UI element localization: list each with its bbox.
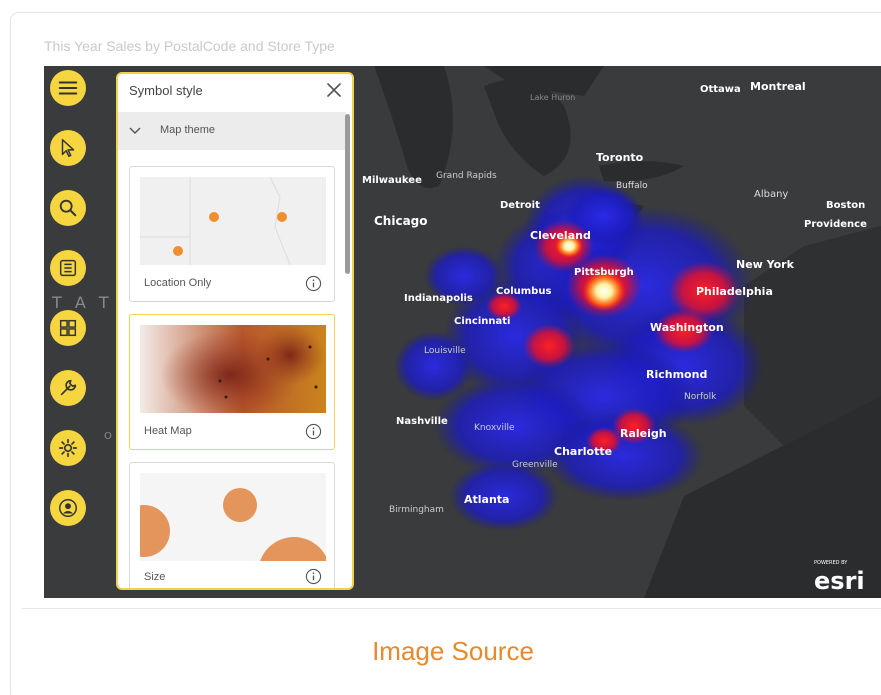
option-label: Location Only xyxy=(144,277,212,289)
option-heat-map[interactable]: Heat Map xyxy=(129,314,335,450)
tools-button[interactable] xyxy=(50,370,86,406)
city-label: Grand Rapids xyxy=(436,171,497,181)
menu-icon xyxy=(58,81,78,95)
option-label: Heat Map xyxy=(144,425,192,437)
basemap-grid-icon xyxy=(59,319,77,337)
city-label: Washington xyxy=(650,321,724,334)
basemap-button[interactable] xyxy=(50,310,86,346)
option-size[interactable]: Size xyxy=(129,462,335,588)
city-label: Greenville xyxy=(512,460,558,470)
city-label: Detroit xyxy=(500,200,540,211)
city-label: Raleigh xyxy=(620,427,667,440)
esri-logo[interactable]: esri xyxy=(814,567,865,595)
city-label: Cleveland xyxy=(530,229,591,242)
panel-title: Symbol style xyxy=(129,83,203,98)
info-icon[interactable] xyxy=(305,423,322,440)
wrench-icon xyxy=(60,379,77,396)
panel-header: Symbol style xyxy=(118,74,352,110)
city-label: Chicago xyxy=(374,214,428,228)
city-label: Toronto xyxy=(596,151,644,164)
background-text-3: O xyxy=(104,431,112,442)
city-label: Ottawa xyxy=(700,84,741,95)
symbol-style-panel: Symbol style Map theme Location Only Hea… xyxy=(116,72,354,590)
water-label-lake-huron: Lake Huron xyxy=(530,93,575,102)
menu-button[interactable] xyxy=(50,70,86,106)
esri-powered-by: POWERED BY xyxy=(814,560,848,566)
caption-divider xyxy=(22,608,881,609)
option-location-only[interactable]: Location Only xyxy=(129,166,335,302)
search-button[interactable] xyxy=(50,190,86,226)
layers-list-icon xyxy=(59,259,77,277)
city-label: Atlanta xyxy=(464,493,509,506)
option-label: Size xyxy=(144,571,166,583)
map-theme-label: Map theme xyxy=(160,124,216,136)
city-label: Knoxville xyxy=(474,423,515,433)
pointer-icon xyxy=(61,139,75,157)
search-icon xyxy=(59,199,77,217)
panel-scrollbar[interactable] xyxy=(345,114,350,274)
city-label: Providence xyxy=(804,219,867,230)
close-icon[interactable] xyxy=(324,80,344,100)
settings-button[interactable] xyxy=(50,430,86,466)
map-theme-section[interactable]: Map theme xyxy=(118,112,346,150)
select-button[interactable] xyxy=(50,130,86,166)
city-label: Birmingham xyxy=(389,505,444,515)
size-preview xyxy=(140,473,326,561)
city-label: Nashville xyxy=(396,416,448,427)
info-icon[interactable] xyxy=(305,568,322,585)
city-label: Milwaukee xyxy=(362,175,422,186)
user-icon xyxy=(59,499,77,517)
city-label: Louisville xyxy=(424,346,466,356)
city-label: Philadelphia xyxy=(696,285,773,298)
city-label: Norfolk xyxy=(684,392,717,402)
chevron-down-icon xyxy=(129,127,141,134)
city-label: Cincinnati xyxy=(454,316,510,327)
city-label: Pittsburgh xyxy=(574,267,634,278)
map-visual[interactable]: T E T A T E O Lake Huron Ottawa Montreal… xyxy=(44,66,881,598)
city-label: Albany xyxy=(754,189,788,200)
gear-icon xyxy=(58,438,78,458)
location-only-preview xyxy=(140,177,326,265)
visual-title: This Year Sales by PostalCode and Store … xyxy=(44,38,335,54)
map-toolbar xyxy=(44,66,94,598)
city-label: Charlotte xyxy=(554,445,612,458)
city-label: Buffalo xyxy=(616,181,648,191)
city-label: Richmond xyxy=(646,368,707,381)
city-label: Indianapolis xyxy=(404,293,473,304)
heat-map-preview xyxy=(140,325,326,413)
city-label: Columbus xyxy=(496,286,551,297)
layers-button[interactable] xyxy=(50,250,86,286)
city-label: Montreal xyxy=(750,80,806,93)
profile-button[interactable] xyxy=(50,490,86,526)
image-source-link[interactable]: Image Source xyxy=(0,636,881,667)
city-label: New York xyxy=(736,258,795,271)
info-icon[interactable] xyxy=(305,275,322,292)
city-label: Boston xyxy=(826,200,865,211)
image-card: This Year Sales by PostalCode and Store … xyxy=(0,0,881,695)
